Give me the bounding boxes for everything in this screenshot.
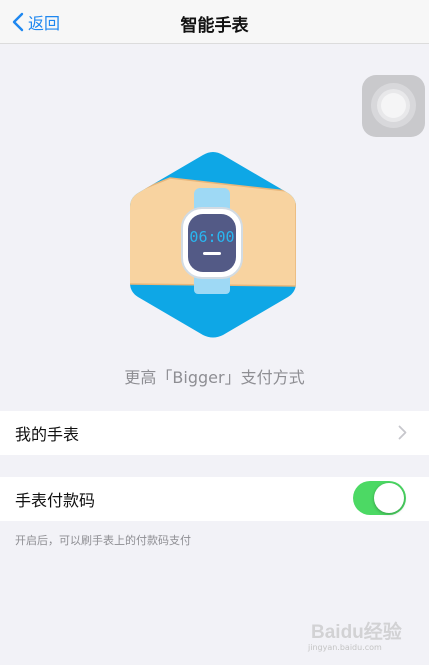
my-watch-label: 我的手表 [15, 425, 80, 444]
watch-screen-bar [203, 252, 221, 255]
payment-footnote: 开启后，可以刷手表上的付款码支付 [15, 534, 191, 547]
chevron-right-icon [398, 425, 407, 440]
toggle-knob [374, 483, 404, 513]
watch-payment-label: 手表付款码 [15, 491, 96, 510]
watermark-domain: jingyan.baidu.com [308, 643, 382, 652]
page-title: 智能手表 [180, 16, 249, 36]
assistive-touch-button[interactable] [362, 75, 425, 137]
baidu-jingyan-watermark: Baidu经验 [311, 620, 403, 643]
watch-payment-toggle[interactable] [353, 481, 406, 515]
my-watch-row[interactable]: 我的手表 [0, 411, 429, 455]
watch-time: 06:00 [189, 228, 234, 246]
screen: 返回 智能手表 06:00 更高「Bigger」支付方式 我的手表 手表付款码 … [0, 0, 429, 665]
svg-text:Baidu经验: Baidu经验 [311, 620, 403, 643]
payment-caption: 更高「Bigger」支付方式 [124, 368, 305, 387]
smartwatch-illustration: 06:00 [130, 152, 296, 338]
navigation-bar: 返回 智能手表 [0, 0, 429, 44]
